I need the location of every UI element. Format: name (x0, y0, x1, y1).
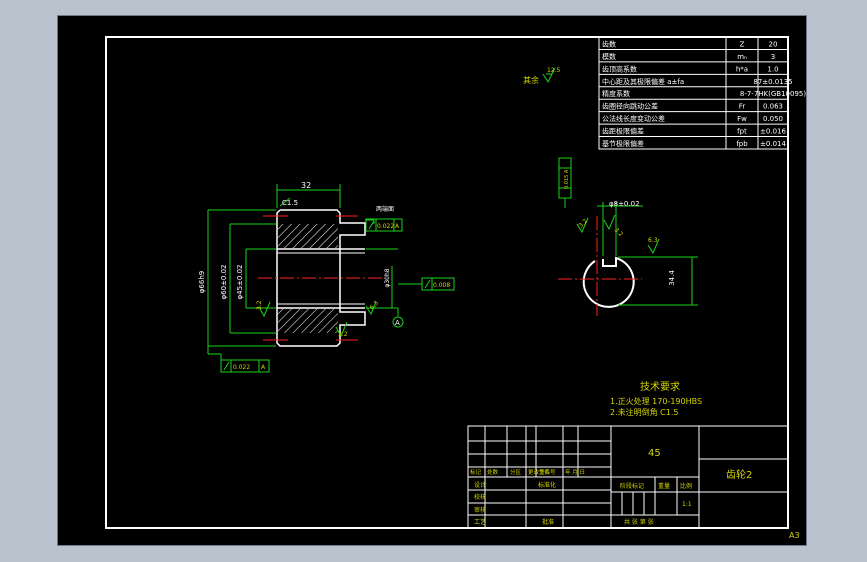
param-symbol: Fr (739, 103, 746, 111)
side-vertical-tol: 0.015 A (564, 169, 570, 189)
tb-scale-value: 1:1 (682, 501, 692, 508)
side-keyway-depth: 34.4 (668, 270, 676, 286)
rough-front-63: 6.3 (368, 300, 380, 312)
surface-other-label: 其余 (523, 75, 539, 85)
param-value: 0.050 (763, 115, 783, 123)
tech-req-line2: 2.未注明倒角 C1.5 (610, 407, 678, 417)
drawing-canvas: 齿数 Z 20 模数 mₙ 3 齿顶高系数 h*a 1.0 中心距及其极限偏差 a±fa 87±0.… (105, 36, 806, 540)
tb-scale: 比例 (680, 482, 692, 490)
dim-dia-30: φ30h8 (384, 268, 391, 287)
drawing-viewport[interactable]: 齿数 Z 20 模数 mₙ 3 齿顶高系数 h*a 1.0 中心距及其极限偏差 a±fa 87±0.… (57, 15, 807, 546)
tol-1-value: 0.022 (377, 223, 394, 230)
param-name: 齿距极限偏差 (602, 127, 644, 136)
tb-row-label: 年 月 日 (565, 468, 585, 476)
param-value: 3 (771, 53, 775, 61)
tb-row-label: 分区 (510, 468, 522, 476)
tol-1-datum: A (395, 223, 400, 230)
tb-check: 校核 (474, 493, 486, 501)
tb-approve: 批准 (542, 518, 554, 526)
param-symbol: fpb (736, 140, 748, 148)
param-name: 齿顶高系数 (602, 64, 637, 73)
param-name: 公法线长度变动公差 (602, 114, 665, 123)
dim-dia-root: φ60±0.02 (220, 265, 228, 300)
param-value: 8-7-7HK(GB10095) (740, 90, 806, 98)
param-symbol: mₙ (737, 53, 747, 61)
dim-width: 32 (301, 181, 311, 190)
param-value: ±0.016 (760, 128, 786, 136)
param-name: 基节极限偏差 (602, 139, 644, 148)
roughness-symbol-side-b (603, 214, 616, 231)
tb-row-label: 签名 (539, 468, 550, 476)
param-symbol: Fw (737, 115, 747, 123)
datum-a-label: A (395, 319, 400, 327)
tb-review: 审核 (474, 506, 486, 514)
param-value: 20 (769, 40, 778, 48)
gear-front-view (258, 209, 383, 347)
rough-front-32b: 3.2 (338, 331, 348, 338)
tech-req-line1: 1.正火处理 170-190HBS (610, 396, 702, 406)
side-keyway-width: φ8±0.02 (609, 200, 640, 208)
param-name: 模数 (602, 52, 616, 61)
param-symbol: h*a (736, 65, 748, 73)
rough-side-32b: 3.2 (613, 226, 625, 238)
dim-chamfer: C1.5 (282, 199, 298, 207)
tb-stage-mark: 阶段标记 (620, 482, 644, 490)
tb-weight: 重量 (658, 482, 670, 490)
dim-dia-bore: φ45±0.02 (236, 265, 244, 300)
param-name: 精度系数 (602, 89, 630, 98)
gear-side-view (558, 216, 642, 316)
rough-side-63: 6.3 (648, 237, 658, 244)
sheet-size: A3 (789, 531, 800, 540)
param-value: ±0.014 (760, 140, 786, 148)
roughness-other-value: 12.5 (547, 67, 561, 74)
param-name: 齿圈径向跳动公差 (602, 102, 658, 111)
tb-row-label: 处数 (487, 468, 499, 476)
tb-row-label: 标记 (470, 468, 482, 476)
param-value: 0.063 (763, 103, 783, 111)
param-name: 中心距及其极限偏差 a±fa (602, 77, 684, 86)
param-value: 1.0 (767, 65, 778, 73)
param-value: 87±0.0135 (753, 78, 792, 86)
tb-std: 标准化 (538, 481, 556, 489)
tol-2-value: 0.008 (433, 282, 450, 289)
side-view-dimensions (558, 157, 698, 306)
tol-3-datum: A (261, 364, 266, 371)
tol-3-value: 0.022 (233, 364, 250, 371)
tb-design: 设计 (474, 481, 486, 489)
param-symbol: fpt (737, 128, 747, 136)
param-name: 齿数 (602, 39, 616, 48)
note-both-ends: 两端面 (376, 205, 394, 213)
tb-craft: 工艺 (474, 518, 486, 526)
param-symbol: Z (740, 40, 745, 48)
tb-material: 45 (648, 448, 661, 459)
rough-front-32a: 3.2 (256, 300, 263, 310)
tb-sheets: 共 张 第 张 (624, 518, 654, 526)
gear-param-table: 齿数 Z 20 模数 mₙ 3 齿顶高系数 h*a 1.0 中心距及其极限偏差 a±fa 87±0.… (598, 36, 806, 150)
tb-part-name: 齿轮2 (726, 468, 752, 481)
dim-dia-tip: φ66h9 (198, 271, 206, 293)
tech-req-title: 技术要求 (640, 380, 680, 393)
